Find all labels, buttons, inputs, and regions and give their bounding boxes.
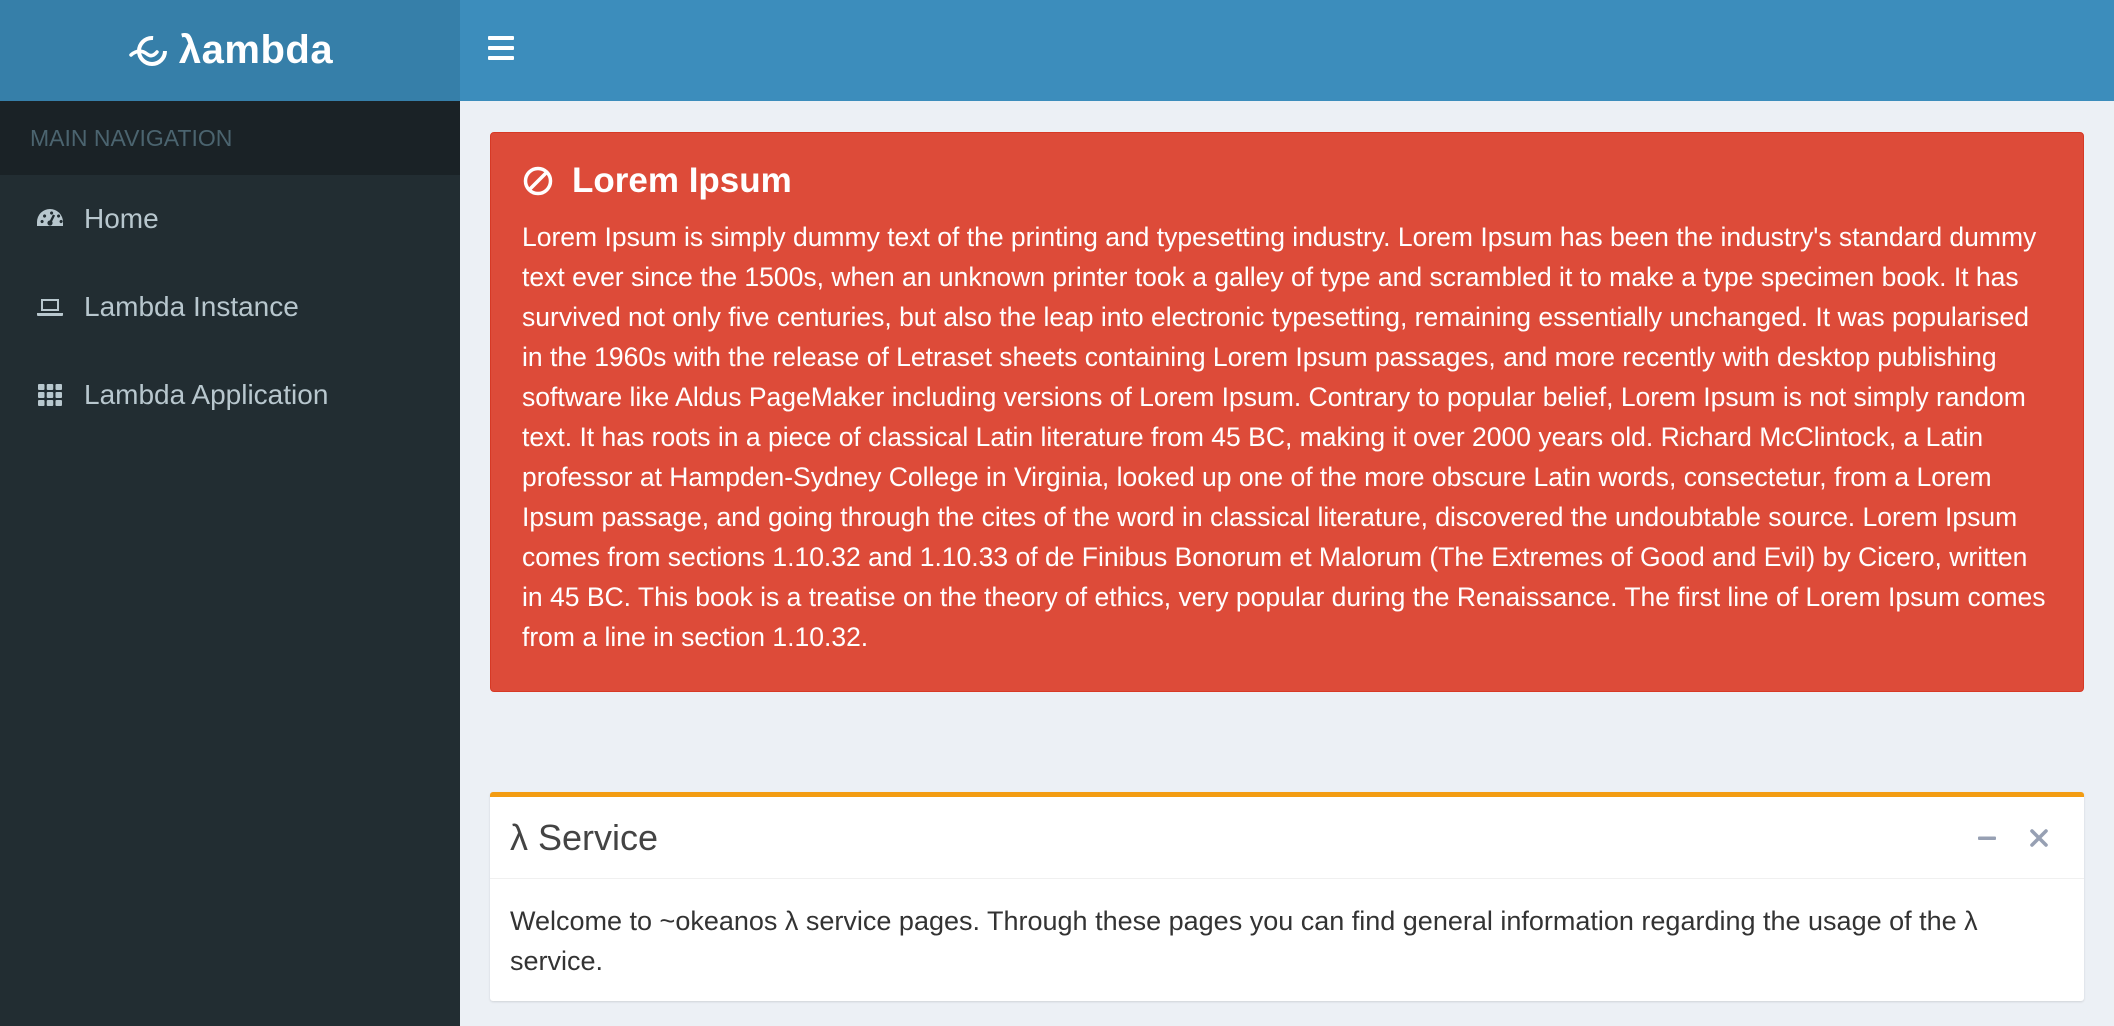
- sidebar-item-label: Lambda Instance: [84, 291, 299, 322]
- service-box-body: Welcome to ~okeanos λ service pages. Thr…: [510, 906, 1978, 976]
- service-box: λ Service Welcome to ~okeanos λ service …: [490, 792, 2084, 1001]
- main-content: Lorem Ipsum Lorem Ipsum is simply dummy …: [490, 132, 2084, 1001]
- lambda-logo-icon: [129, 35, 167, 66]
- box-tools: [1950, 823, 2054, 853]
- nav-section-header: MAIN NAVIGATION: [0, 101, 460, 175]
- collapse-button[interactable]: [1972, 823, 2002, 853]
- alert-header: Lorem Ipsum: [522, 161, 2053, 201]
- top-navbar: [460, 0, 2114, 101]
- remove-button[interactable]: [2024, 823, 2054, 853]
- dashboard-icon: [34, 203, 66, 235]
- ban-icon: [523, 166, 553, 196]
- minus-icon: [1978, 836, 1996, 840]
- sidebar-item-lambda-instance[interactable]: Lambda Instance: [0, 263, 460, 351]
- sidebar-item-home[interactable]: Home: [0, 175, 460, 263]
- grid-icon: [34, 379, 66, 411]
- laptop-icon: [34, 291, 66, 323]
- service-box-header: λ Service: [490, 797, 2084, 879]
- sidebar-item-label: Home: [84, 203, 159, 234]
- sidebar-item-label: Lambda Application: [84, 379, 329, 410]
- service-box-title: λ Service: [510, 816, 659, 858]
- brand-name: λambda: [178, 28, 334, 72]
- brand-logo[interactable]: λambda: [0, 0, 460, 101]
- close-icon: [2030, 829, 2048, 847]
- alert-message: Lorem Ipsum is simply dummy text of the …: [522, 222, 2046, 652]
- alert-danger: Lorem Ipsum Lorem Ipsum is simply dummy …: [490, 132, 2084, 692]
- alert-title: Lorem Ipsum: [572, 161, 792, 200]
- sidebar: λambda MAIN NAVIGATION Home Lambda Insta…: [0, 0, 460, 1026]
- sidebar-toggle-icon[interactable]: [488, 36, 514, 62]
- sidebar-item-lambda-application[interactable]: Lambda Application: [0, 351, 460, 439]
